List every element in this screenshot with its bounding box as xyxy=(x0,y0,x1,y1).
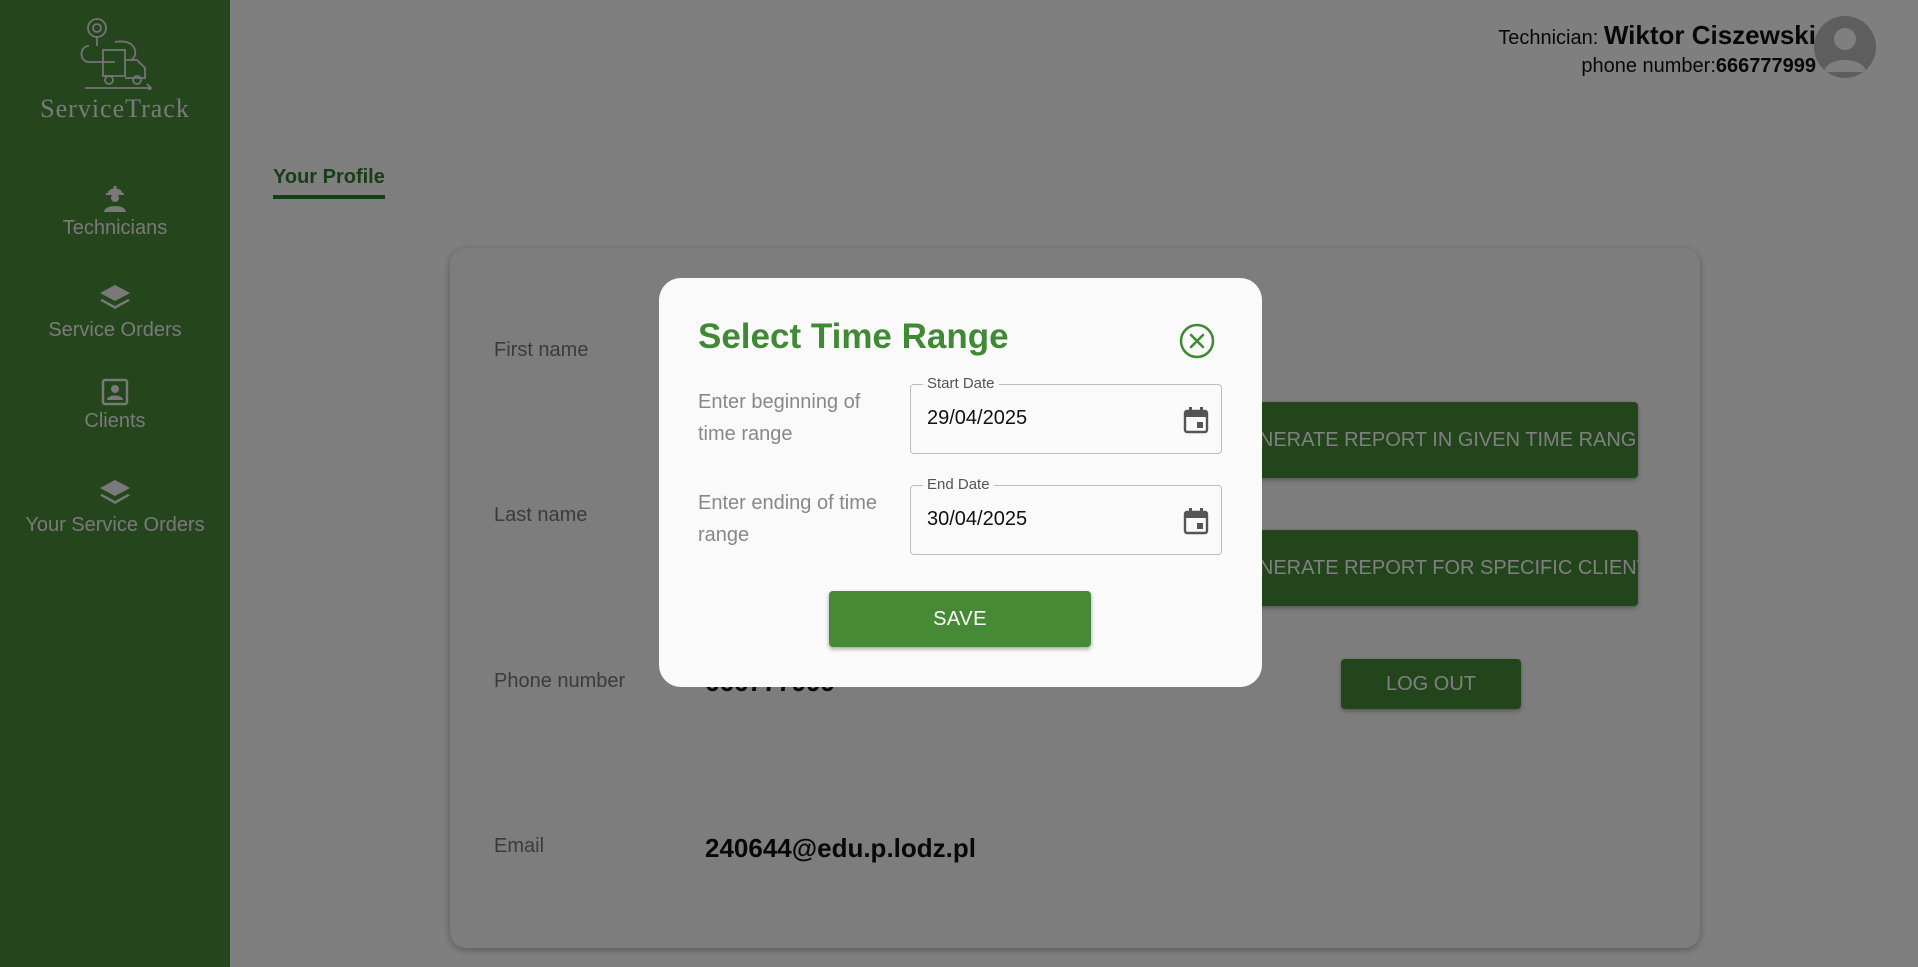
start-date-legend: Start Date xyxy=(923,375,999,392)
calendar-icon[interactable] xyxy=(1183,406,1209,434)
calendar-icon[interactable] xyxy=(1183,507,1209,535)
end-date-field[interactable]: End Date 30/04/2025 xyxy=(910,476,1222,555)
close-dialog-button[interactable] xyxy=(1179,323,1215,359)
end-date-value: 30/04/2025 xyxy=(927,508,1028,530)
end-date-legend: End Date xyxy=(923,476,994,493)
start-date-field[interactable]: Start Date 29/04/2025 xyxy=(910,375,1222,454)
start-date-description: Enter beginning of time range xyxy=(698,391,861,445)
time-range-dialog: Select Time Range Enter beginning of tim… xyxy=(659,278,1262,687)
close-circle-icon xyxy=(1179,323,1215,359)
save-button[interactable]: SAVE xyxy=(829,591,1091,647)
dialog-title: Select Time Range xyxy=(698,317,1009,356)
end-date-description: Enter ending of time range xyxy=(698,492,877,546)
start-date-value: 29/04/2025 xyxy=(927,407,1028,429)
